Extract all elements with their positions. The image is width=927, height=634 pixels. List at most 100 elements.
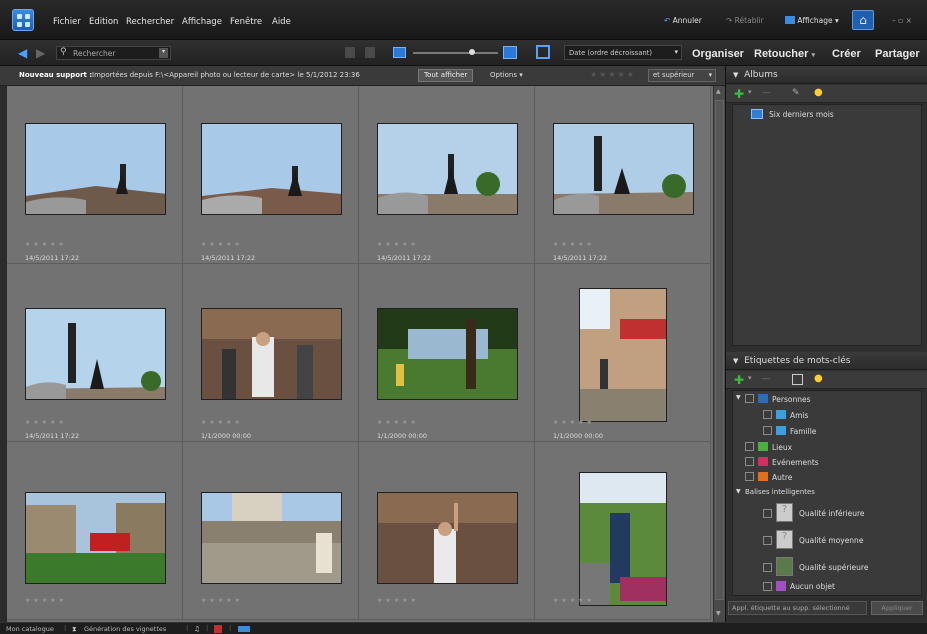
tab-creer[interactable]: Créer [832, 45, 861, 63]
window-controls[interactable]: – ▫ × [892, 16, 912, 25]
remove-keyword-icon[interactable]: — [762, 374, 771, 384]
photo-thumbnail[interactable] [377, 308, 518, 400]
rotate-left-icon[interactable] [345, 47, 355, 58]
photo-cell[interactable]: ★★★★★ 1/1/2000 00:00 [183, 264, 359, 442]
back-arrow-icon[interactable]: ◀ [18, 46, 27, 60]
menu-aide[interactable]: Aide [272, 17, 291, 27]
rating-stars[interactable]: ★★★★★ [201, 597, 243, 604]
photo-thumbnail[interactable] [201, 123, 342, 215]
tab-organiser[interactable]: Organiser [692, 45, 744, 63]
options-menu[interactable]: Options ▾ [490, 71, 523, 79]
scroll-down-icon[interactable]: ▼ [716, 610, 721, 617]
keyword-label: Qualité supérieure [799, 563, 869, 572]
tab-retoucher-label: Retoucher [754, 48, 809, 60]
photo-thumbnail[interactable] [579, 472, 667, 606]
show-all-button[interactable]: Tout afficher [418, 69, 474, 82]
menu-affichage[interactable]: Affichage [182, 17, 222, 27]
photo-cell[interactable]: ★★★★★ [7, 442, 183, 620]
forward-arrow-icon[interactable]: ▶ [36, 46, 45, 60]
photo-thumbnail[interactable] [579, 288, 667, 422]
remove-album-icon[interactable]: — [762, 88, 771, 98]
photo-cell[interactable]: ★★★★★ 14/5/2011 17:22 [7, 86, 183, 264]
view-button[interactable]: Affichage ▾ [785, 16, 839, 25]
photo-thumbnail[interactable] [201, 492, 342, 584]
photo-cell[interactable]: ★★★★★ [359, 442, 535, 620]
rating-stars[interactable]: ★★★★★ [25, 241, 67, 248]
rating-filter-select[interactable]: et supérieur ▾ [648, 69, 716, 82]
photo-cell[interactable]: ★★★★★ 14/5/2011 17:22 [183, 86, 359, 264]
lightbulb-icon[interactable]: ● [814, 373, 823, 384]
redo-button[interactable]: ↷ Rétablir [726, 16, 764, 25]
zoom-slider-handle[interactable] [469, 49, 475, 55]
photo-thumbnail[interactable] [201, 308, 342, 400]
alert-icon[interactable] [214, 625, 222, 633]
sync-icon[interactable] [238, 626, 250, 632]
statue-photo-graphic [378, 124, 517, 214]
rating-stars[interactable]: ★★★★★ [553, 597, 595, 604]
chevron-down-icon[interactable]: ▾ [748, 88, 752, 96]
small-thumbs-icon[interactable] [393, 47, 406, 58]
tag-photo-icon[interactable] [792, 374, 803, 385]
scrollbar-thumb[interactable] [715, 100, 724, 600]
thumbnail-generation-status: Génération des vignettes [84, 625, 167, 633]
rating-stars[interactable]: ★★★★★ [377, 597, 419, 604]
rating-stars[interactable]: ★★★★★ [201, 419, 243, 426]
zoom-slider[interactable] [413, 49, 498, 55]
rating-stars[interactable]: ★★★★★ [377, 241, 419, 248]
undo-button[interactable]: ↶ Annuler [664, 16, 702, 25]
albums-header[interactable]: ▼ Albums [726, 66, 927, 84]
photo-cell[interactable]: ★★★★★ 14/5/2011 17:22 [7, 264, 183, 442]
rating-stars[interactable]: ★★★★★ [25, 419, 67, 426]
edit-album-icon[interactable]: ✎ [792, 88, 800, 98]
fullscreen-icon[interactable] [536, 45, 550, 59]
photo-thumbnail[interactable] [377, 123, 518, 215]
bell-icon[interactable]: ♫ [194, 625, 200, 633]
photo-thumbnail[interactable] [25, 308, 166, 400]
menu-edition[interactable]: Edition [89, 17, 118, 27]
photo-cell[interactable]: ★★★★★ 14/5/2011 17:22 [359, 86, 535, 264]
apply-button[interactable]: Appliquer [871, 601, 923, 615]
menu-fenetre[interactable]: Fenêtre [230, 17, 262, 27]
search-icon: ⚲ [60, 47, 67, 57]
search-input[interactable]: ⚲ Rechercher ▾ [56, 46, 171, 60]
photo-thumbnail[interactable] [377, 492, 518, 584]
photo-thumbnail[interactable] [553, 123, 694, 215]
menu-fichier[interactable]: Fichier [53, 17, 81, 27]
rating-stars[interactable]: ★★★★★ [201, 241, 243, 248]
photo-cell[interactable]: ★★★★★ [535, 442, 711, 620]
photo-cell[interactable]: ★★★★★ 1/1/2000 00:00 [535, 264, 711, 442]
menu-rechercher[interactable]: Rechercher [126, 17, 174, 27]
app-logo-icon [12, 9, 34, 31]
add-album-icon[interactable]: ✚ [734, 87, 744, 101]
photo-cell[interactable]: ★★★★★ 1/1/2000 00:00 [359, 264, 535, 442]
photo-thumbnail[interactable] [25, 123, 166, 215]
add-keyword-icon[interactable]: ✚ [734, 373, 744, 387]
photo-date: 14/5/2011 17:22 [25, 432, 80, 440]
home-icon[interactable]: ⌂ [852, 10, 874, 30]
separator: | [186, 624, 189, 632]
lightbulb-icon[interactable]: ● [814, 87, 823, 98]
apply-keyword-field[interactable]: Appl. étiquette au supp. sélectionné [728, 601, 867, 615]
rating-filter-stars[interactable]: ★★★★★ [590, 70, 636, 79]
keywords-header[interactable]: ▼ Etiquettes de mots-clés [726, 352, 927, 370]
tab-retoucher[interactable]: Retoucher ▾ [754, 45, 815, 63]
chevron-down-icon[interactable]: ▾ [748, 374, 752, 382]
photo-cell[interactable]: ★★★★★ 14/5/2011 17:22 [535, 86, 711, 264]
rotate-right-icon[interactable] [365, 47, 375, 58]
scroll-up-icon[interactable]: ▲ [716, 88, 721, 95]
rating-stars[interactable]: ★★★★★ [25, 597, 67, 604]
keyword-label: Amis [790, 411, 809, 420]
search-dropdown-icon[interactable]: ▾ [159, 48, 168, 58]
sort-select[interactable]: Date (ordre décroissant) ▾ [564, 45, 682, 60]
places-tag-icon [758, 442, 768, 451]
tab-partager[interactable]: Partager [875, 45, 920, 63]
catalog-label[interactable]: Mon catalogue [6, 625, 54, 633]
grid-scrollbar[interactable]: ▲ ▼ [713, 86, 725, 622]
rating-stars[interactable]: ★★★★★ [553, 241, 595, 248]
rating-stars[interactable]: ★★★★★ [553, 419, 595, 426]
photo-thumbnail[interactable] [25, 492, 166, 584]
large-thumbs-icon[interactable] [503, 46, 517, 59]
photo-cell[interactable]: ★★★★★ [183, 442, 359, 620]
rating-stars[interactable]: ★★★★★ [377, 419, 419, 426]
photo-grid[interactable]: ★★★★★ 14/5/2011 17:22 ★★★★★ 14/5/2011 17… [7, 86, 713, 622]
